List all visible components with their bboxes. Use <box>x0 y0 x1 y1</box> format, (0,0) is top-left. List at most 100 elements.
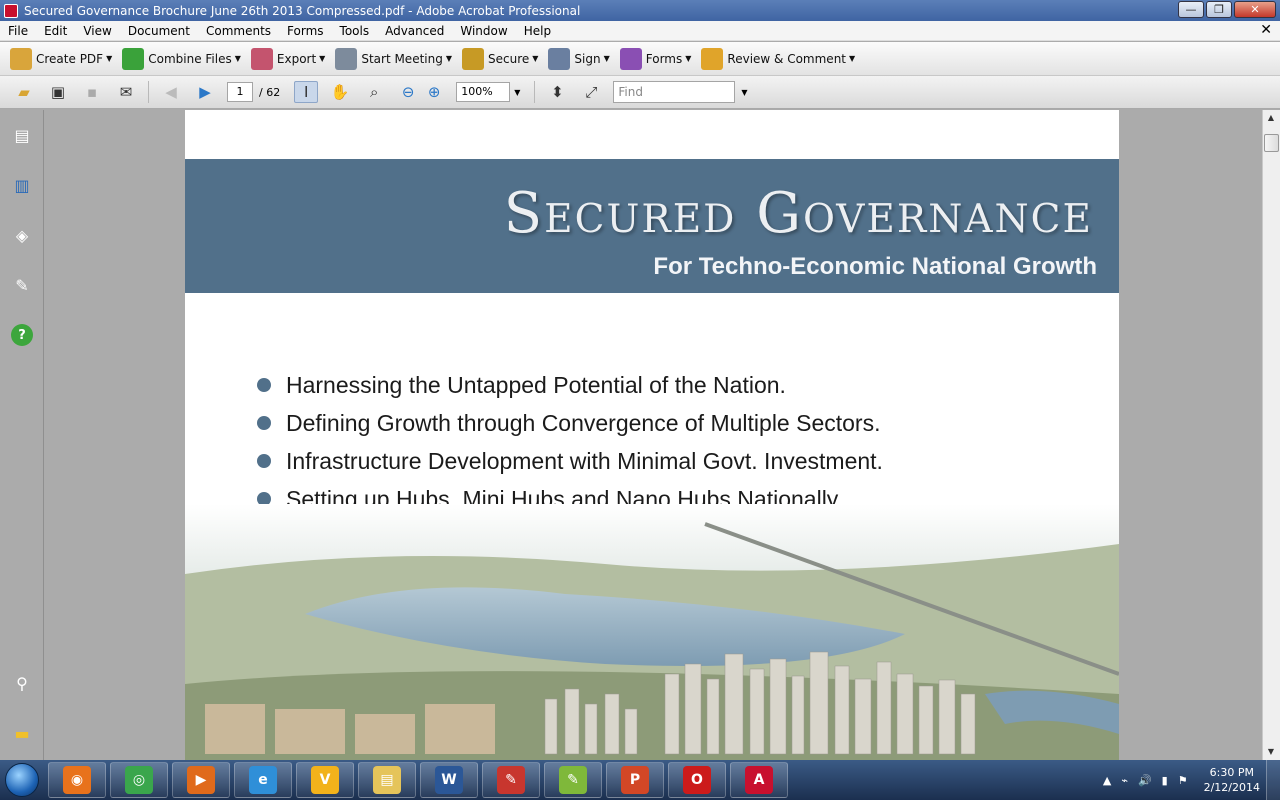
combine-files-icon <box>122 47 145 70</box>
action-center-flag-icon[interactable]: ⚑ <box>1178 774 1188 787</box>
sign-button[interactable]: Sign ▼ <box>548 47 610 70</box>
v-app-icon: V <box>311 766 339 794</box>
minimize-button[interactable]: — <box>1178 1 1204 18</box>
review-comment-icon <box>701 47 724 70</box>
signatures-icon[interactable]: ✎ <box>11 274 33 296</box>
secure-button[interactable]: Secure ▼ <box>462 47 539 70</box>
clock[interactable]: 6:30 PM 2/12/2014 <box>1204 765 1260 795</box>
export-button[interactable]: Export ▼ <box>250 47 325 70</box>
create-pdf-button[interactable]: Create PDF ▼ <box>10 47 113 70</box>
fit-page-icon[interactable]: ⤢ <box>579 81 603 103</box>
network-signal-icon[interactable]: ▮ <box>1162 774 1168 787</box>
taskbar-app-pdf-editor[interactable]: ✎ <box>482 762 540 798</box>
chevron-down-icon: ▼ <box>532 54 539 63</box>
lock-icon <box>462 47 484 70</box>
taskbar-app-media-player[interactable]: ▶ <box>172 762 230 798</box>
menu-view[interactable]: View <box>75 24 119 38</box>
show-hidden-icons-icon[interactable]: ▲ <box>1103 774 1111 787</box>
page-number-input[interactable]: 1 <box>227 82 253 102</box>
close-button[interactable]: ✕ <box>1234 1 1276 18</box>
zoom-out-icon[interactable]: ⊖ <box>396 81 420 103</box>
forms-button[interactable]: Forms ▼ <box>619 47 691 70</box>
bookmarks-icon[interactable]: ▥ <box>11 174 33 196</box>
zoom-in-icon[interactable]: ⊕ <box>422 81 446 103</box>
taskbar-app-powerpoint[interactable]: P <box>606 762 664 798</box>
firefox-icon: ◉ <box>63 766 91 794</box>
open-folder-icon[interactable]: ▰ <box>12 81 36 103</box>
previous-page-icon[interactable]: ◀ <box>159 81 183 103</box>
save-icon[interactable]: ▪ <box>80 81 104 103</box>
maximize-button[interactable]: ❐ <box>1206 1 1232 18</box>
chrome-icon: ◎ <box>125 766 153 794</box>
list-item: Infrastructure Development with Minimal … <box>257 442 883 480</box>
window-title: Secured Governance Brochure June 26th 20… <box>24 3 581 18</box>
taskbar-app-notepad[interactable]: ✎ <box>544 762 602 798</box>
chevron-down-icon[interactable]: ▼ <box>741 88 747 97</box>
menu-help[interactable]: Help <box>516 24 559 38</box>
show-desktop-button[interactable] <box>1266 760 1280 800</box>
menu-file[interactable]: File <box>0 24 36 38</box>
zoom-tool-icon[interactable]: ⌕ <box>362 81 386 103</box>
document-viewport[interactable]: Secured Governance For Techno-Economic N… <box>44 110 1262 760</box>
chevron-down-icon[interactable]: ▼ <box>514 88 520 97</box>
hand-tool-icon[interactable]: ✋ <box>328 81 352 103</box>
layers-icon[interactable]: ◈ <box>11 224 33 246</box>
pages-icon[interactable]: ▤ <box>11 124 33 146</box>
menu-edit[interactable]: Edit <box>36 24 75 38</box>
bullet-list: Harnessing the Untapped Potential of the… <box>257 366 883 518</box>
zoom-level-select[interactable]: 100% <box>456 82 511 102</box>
menu-forms[interactable]: Forms <box>279 24 331 38</box>
start-meeting-icon <box>335 47 358 70</box>
brochure-subtitle: For Techno-Economic National Growth <box>653 253 1097 280</box>
taskbar-app-firefox[interactable]: ◉ <box>48 762 106 798</box>
chevron-down-icon: ▼ <box>106 54 113 63</box>
scroll-down-icon[interactable]: ▼ <box>1263 744 1279 760</box>
print-icon[interactable]: ▣ <box>46 81 70 103</box>
volume-icon[interactable]: 🔊 <box>1138 774 1152 787</box>
start-meeting-button[interactable]: Start Meeting ▼ <box>335 47 452 70</box>
taskbar-app-file-explorer[interactable]: ▤ <box>358 762 416 798</box>
pdf-page: Secured Governance For Techno-Economic N… <box>185 110 1119 760</box>
review-comment-button[interactable]: Review & Comment ▼ <box>701 47 856 70</box>
chevron-down-icon: ▼ <box>603 54 610 63</box>
email-icon[interactable]: ✉ <box>114 81 138 103</box>
taskbar-app-opera[interactable]: O <box>668 762 726 798</box>
start-button[interactable] <box>0 760 44 800</box>
internet-explorer-icon: e <box>249 766 277 794</box>
next-page-icon[interactable]: ▶ <box>193 81 217 103</box>
scrollbar-thumb[interactable] <box>1264 134 1279 152</box>
toolbar-separator <box>148 81 149 103</box>
windows-logo-icon <box>5 763 39 797</box>
list-item: Harnessing the Untapped Potential of the… <box>257 366 883 404</box>
document-close-icon[interactable]: ✕ <box>1260 22 1272 38</box>
pdf-editor-icon: ✎ <box>497 766 525 794</box>
scroll-up-icon[interactable]: ▲ <box>1263 110 1279 126</box>
folder-icon: ▤ <box>373 766 401 794</box>
menu-document[interactable]: Document <box>120 24 198 38</box>
menu-tools[interactable]: Tools <box>332 24 378 38</box>
chevron-down-icon: ▼ <box>849 54 856 63</box>
find-input[interactable]: Find <box>613 81 736 103</box>
help-icon[interactable]: ? <box>11 324 33 346</box>
comments-icon[interactable]: ▬ <box>11 722 33 744</box>
sign-pen-icon <box>548 47 571 70</box>
menu-advanced[interactable]: Advanced <box>377 24 452 38</box>
power-plug-icon[interactable]: ⌁ <box>1121 774 1128 787</box>
taskbar-app-internet-explorer[interactable]: e <box>234 762 292 798</box>
vertical-scrollbar[interactable]: ▲ ▼ <box>1262 110 1280 760</box>
cityscape-image <box>185 504 1119 760</box>
window-title-bar[interactable]: Secured Governance Brochure June 26th 20… <box>0 0 1280 21</box>
taskbar-app-chrome[interactable]: ◎ <box>110 762 168 798</box>
fit-width-icon[interactable]: ⬍ <box>545 81 569 103</box>
taskbar-app-acrobat[interactable]: A <box>730 762 788 798</box>
navigation-pane: ▤ ▥ ◈ ✎ ? ⚲ ▬ <box>0 110 44 760</box>
select-tool-icon[interactable]: I <box>294 81 319 103</box>
taskbar-app-word[interactable]: W <box>420 762 478 798</box>
combine-files-button[interactable]: Combine Files ▼ <box>122 47 241 70</box>
menu-comments[interactable]: Comments <box>198 24 279 38</box>
taskbar-app-v[interactable]: V <box>296 762 354 798</box>
toolbar-separator <box>534 81 536 103</box>
create-pdf-icon <box>10 47 32 70</box>
attachments-icon[interactable]: ⚲ <box>11 672 33 694</box>
menu-window[interactable]: Window <box>452 24 515 38</box>
